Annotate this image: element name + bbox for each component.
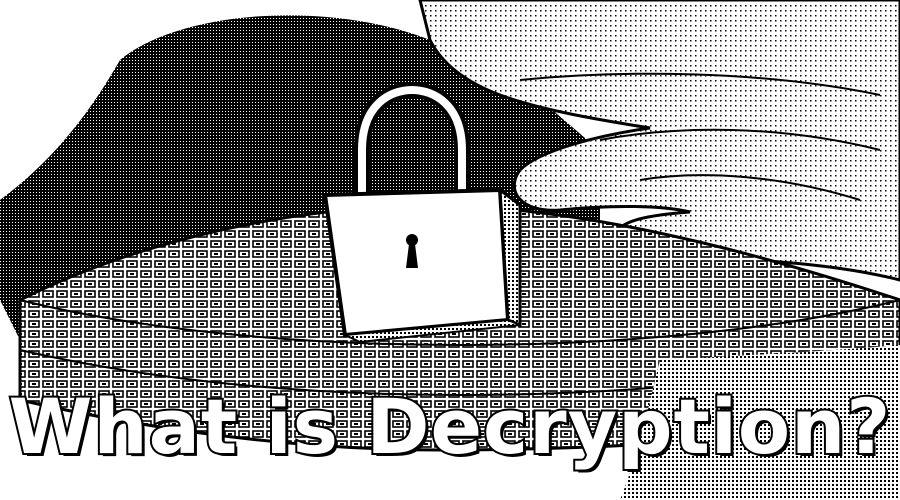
- hero-image: What is Decryption?: [0, 0, 900, 500]
- page-title: What is Decryption?: [7, 380, 893, 473]
